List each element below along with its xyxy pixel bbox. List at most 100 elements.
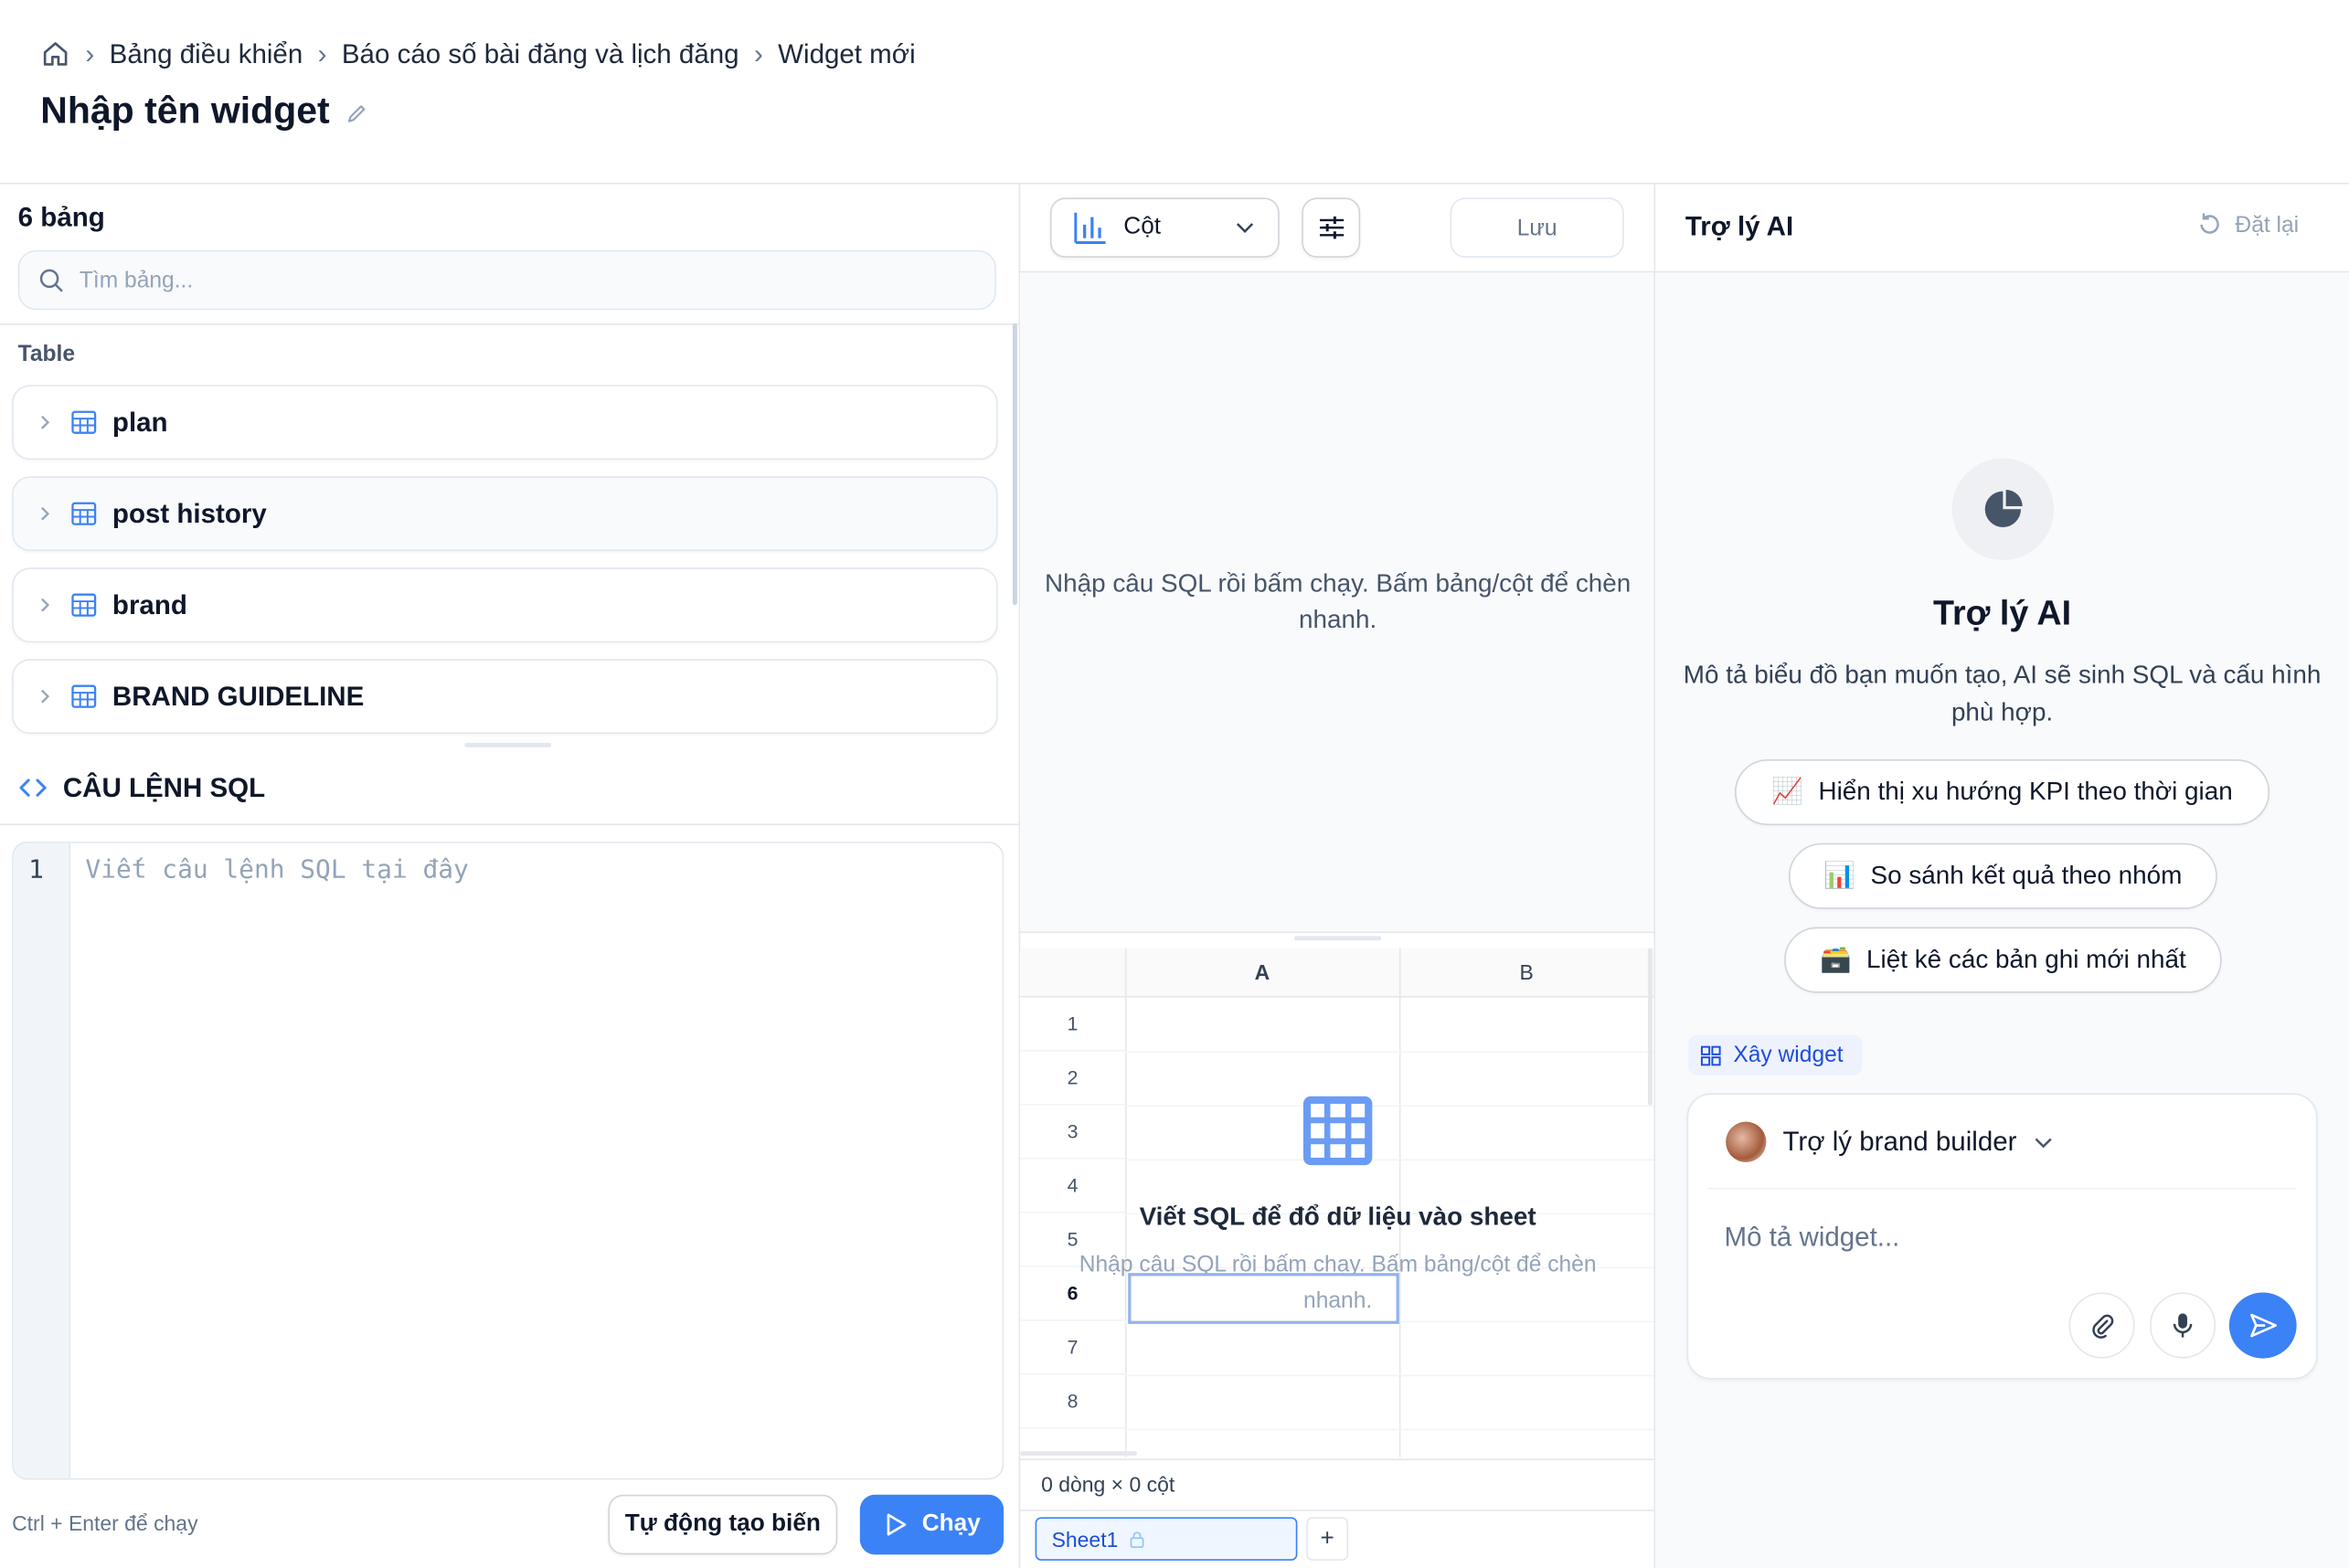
suggestion-chip-compare-groups[interactable]: 📊 So sánh kết quả theo nhóm [1789,842,2217,909]
sql-header-divider [0,823,1019,826]
sql-editor-placeholder: Viết câu lệnh SQL tại đây [85,854,469,885]
chart-type-select[interactable]: Cột [1049,197,1280,258]
grid-vertical-scrollbar[interactable] [1647,948,1653,1106]
auto-create-variables-button[interactable]: Tự động tạo biến [608,1494,838,1555]
selected-cell[interactable] [1128,1273,1399,1324]
grid-row-line [1124,1374,1654,1377]
send-button[interactable] [2228,1292,2297,1359]
table-count: 6 bảng [17,202,105,233]
chevron-right-icon: › [753,37,763,69]
grid-row-line [1124,1428,1654,1431]
card-file-box-icon: 🗃️ [1819,945,1852,974]
row-header[interactable]: 7 [1020,1321,1125,1375]
reset-label: Đặt lại [2235,211,2300,238]
agent-select[interactable]: Trợ lý brand builder [1726,1121,2053,1162]
sheet-tab-label: Sheet1 [1051,1526,1119,1552]
grid-status: 0 dòng × 0 cột [1041,1472,1175,1497]
code-icon [18,776,63,800]
search-icon [37,267,80,294]
table-item-brand[interactable]: brand [12,567,998,643]
breadcrumb-item-dashboard[interactable]: Bảng điều khiển [110,38,303,69]
run-button-label: Chạy [921,1510,981,1537]
preview-divider [1020,931,1654,934]
chart-preview-message: Nhập câu SQL rồi bấm chạy. Bấm bảng/cột … [1045,568,1632,634]
sheet-tab-sheet1[interactable]: Sheet1 [1035,1517,1298,1561]
suggestion-chip-latest-records[interactable]: 🗃️ Liệt kê các bản ghi mới nhất [1784,927,2222,993]
chevron-right-icon: › [85,37,95,69]
table-name: brand [112,588,187,620]
build-widget-label: Xây widget [1733,1042,1844,1068]
grid-row-line [1124,1159,1654,1161]
page-title[interactable]: Nhập tên widget [40,90,329,133]
add-sheet-button[interactable]: + [1306,1517,1349,1561]
row-header[interactable]: 2 [1020,1052,1125,1106]
chevron-down-icon [2035,1136,2053,1148]
table-list-scrollbar[interactable] [1012,323,1017,606]
send-icon [2248,1310,2278,1340]
grid-icon [1301,1093,1376,1168]
pencil-icon[interactable] [345,101,368,125]
column-header-a[interactable]: A [1124,948,1399,998]
sql-header: CÂU LỆNH SQL [18,769,265,805]
run-button[interactable]: Chạy [859,1494,1004,1555]
grid-horizontal-scrollbar[interactable] [1020,1451,1138,1457]
corner-cell [1020,948,1125,998]
search-placeholder: Tìm bảng... [79,267,194,293]
chevron-right-icon[interactable] [37,598,52,612]
chevron-down-icon [1236,222,1254,234]
suggestion-chip-kpi-trend[interactable]: 📈 Hiển thị xu hướng KPI theo thời gian [1734,758,2270,826]
undo-icon [2196,211,2236,238]
grid-row-line [1124,1105,1654,1107]
table-item-post-history[interactable]: post history [12,476,998,552]
table-icon [70,683,98,710]
grid-resize-handle[interactable] [1294,936,1382,941]
widget-description-input[interactable]: Mô tả widget... [1725,1222,1900,1253]
line-gutter [13,842,71,1478]
sheet-bar-divider [1020,1510,1654,1511]
lock-icon [1118,1530,1145,1548]
resize-handle[interactable] [464,742,552,747]
attach-button[interactable] [2068,1292,2135,1359]
ai-hero-title: Trợ lý AI [1932,593,2072,632]
bar-chart-icon: 📊 [1823,861,1856,890]
microphone-icon [2171,1312,2195,1340]
sql-header-label: CÂU LỆNH SQL [62,771,266,802]
table-icon [70,408,98,436]
section-label: Table [17,341,76,367]
breadcrumb-item-report[interactable]: Báo cáo số bài đăng và lịch đăng [342,38,739,69]
header-divider [0,182,2349,185]
sql-editor[interactable]: 1 Viết câu lệnh SQL tại đây [12,842,1004,1480]
suggestion-label: Liệt kê các bản ghi mới nhất [1866,945,2186,974]
grid-row-line [1124,1051,1654,1054]
ai-hero-description: Mô tả biểu đồ bạn muốn tạo, AI sẽ sinh S… [1683,660,2322,726]
table-item-plan[interactable]: plan [12,385,998,461]
row-header[interactable]: 8 [1020,1375,1125,1429]
suggestion-label: So sánh kết quả theo nhóm [1870,861,2183,890]
table-name: plan [112,406,168,437]
table-search-input[interactable]: Tìm bảng... [17,249,996,311]
chevron-right-icon[interactable] [37,415,52,429]
ai-logo [1951,458,2055,560]
table-item-brand-guideline[interactable]: BRAND GUIDELINE [12,659,998,735]
row-header[interactable]: 1 [1020,998,1125,1052]
home-icon[interactable] [40,39,70,69]
row-header[interactable]: 3 [1020,1106,1125,1160]
line-number: 1 [28,854,44,885]
chevron-right-icon[interactable] [37,689,52,704]
ai-panel-header: Trợ lý AI [1685,211,1794,241]
build-widget-tag[interactable]: Xây widget [1688,1034,1863,1075]
chart-settings-button[interactable] [1302,197,1361,258]
pie-chart-icon [1982,488,2024,530]
search-divider [0,323,1019,325]
microphone-button[interactable] [2150,1292,2216,1359]
breadcrumb-item-current: Widget mới [778,37,916,69]
reset-button[interactable]: Đặt lại [2196,211,2299,238]
suggestion-label: Hiển thị xu hướng KPI theo thời gian [1818,777,2233,806]
save-button[interactable]: Lưu [1450,197,1624,258]
agent-name: Trợ lý brand builder [1782,1126,2017,1157]
sliders-icon [1316,214,1346,241]
bar-chart-icon [1073,209,1109,245]
table-icon [70,500,98,527]
column-header-b[interactable]: B [1398,948,1654,998]
chevron-right-icon[interactable] [37,506,52,521]
